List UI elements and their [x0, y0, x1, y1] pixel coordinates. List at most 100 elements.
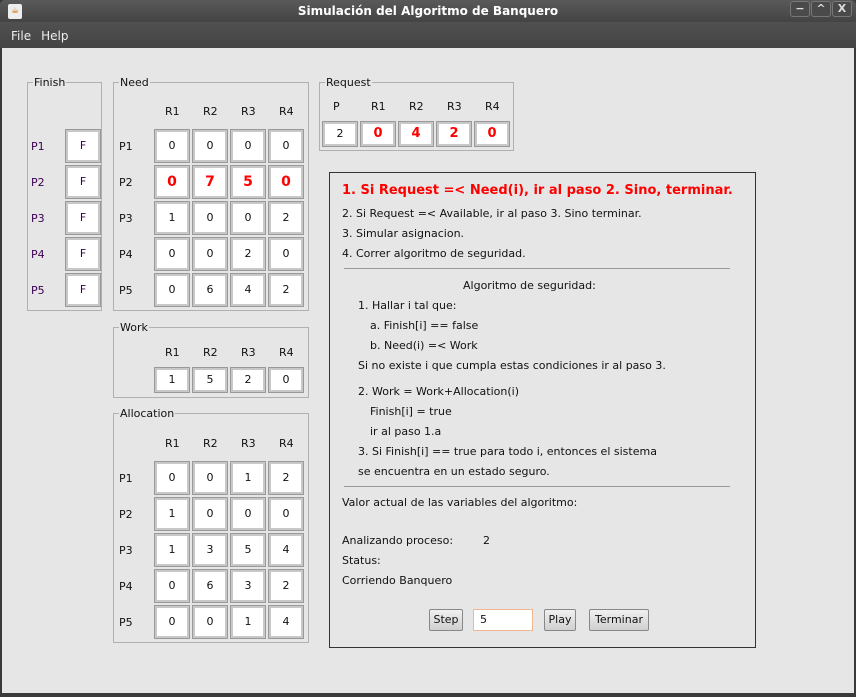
allocation-cell[interactable]: 1 [230, 605, 266, 639]
divider [344, 486, 730, 487]
need-cell[interactable]: 5 [230, 165, 266, 199]
need-cell[interactable]: 0 [268, 165, 304, 199]
allocation-cell[interactable]: 0 [230, 497, 266, 531]
need-cell[interactable]: 0 [230, 201, 266, 235]
finish-cell[interactable]: F [65, 129, 101, 163]
request-title: Request [325, 76, 372, 89]
process-label: P5 [119, 284, 133, 297]
status-value: Corriendo Banquero [342, 574, 453, 587]
menu-help[interactable]: Help [36, 22, 73, 48]
finish-cell[interactable]: F [65, 237, 101, 271]
request-cell[interactable]: 2 [436, 121, 472, 147]
safety-line: 2. Work = Work+Allocation(i) [358, 385, 519, 398]
allocation-cell[interactable]: 3 [192, 533, 228, 567]
allocation-cell[interactable]: 0 [268, 497, 304, 531]
safety-line: Si no existe i que cumpla estas condicio… [358, 359, 666, 372]
need-cell[interactable]: 0 [268, 129, 304, 163]
request-cell[interactable]: 0 [360, 121, 396, 147]
need-cell[interactable]: 0 [192, 129, 228, 163]
work-cell[interactable]: 0 [268, 367, 304, 393]
work-cell[interactable]: 2 [230, 367, 266, 393]
work-cell[interactable]: 5 [192, 367, 228, 393]
allocation-cell[interactable]: 1 [230, 461, 266, 495]
allocation-cell[interactable]: 2 [268, 569, 304, 603]
need-cell[interactable]: 0 [192, 201, 228, 235]
allocation-cell[interactable]: 0 [192, 497, 228, 531]
need-cell[interactable]: 0 [154, 237, 190, 271]
need-title: Need [119, 76, 150, 89]
safety-title: Algoritmo de seguridad: [463, 279, 596, 292]
play-button[interactable]: Play [544, 609, 576, 631]
process-label: P3 [31, 212, 45, 225]
status-label: Status: [342, 554, 381, 567]
allocation-cell[interactable]: 2 [268, 461, 304, 495]
request-cell[interactable]: 4 [398, 121, 434, 147]
allocation-cell[interactable]: 0 [154, 605, 190, 639]
need-cell[interactable]: 0 [154, 129, 190, 163]
menu-file[interactable]: File [6, 22, 36, 48]
main-content: Finish Need Work Allocation Request 1. S… [2, 48, 854, 693]
allocation-cell[interactable]: 3 [230, 569, 266, 603]
process-label: P5 [119, 616, 133, 629]
finish-cell[interactable]: F [65, 201, 101, 235]
finish-cell[interactable]: F [65, 273, 101, 307]
need-cell[interactable]: 2 [268, 201, 304, 235]
algorithm-info-panel: 1. Si Request =< Need(i), ir al paso 2. … [329, 172, 756, 648]
allocation-cell[interactable]: 4 [268, 605, 304, 639]
process-label: P3 [119, 544, 133, 557]
process-label: P1 [31, 140, 45, 153]
resource-header: R3 [447, 100, 462, 113]
need-cell[interactable]: 0 [230, 129, 266, 163]
resource-header: R2 [409, 100, 424, 113]
process-value: 2 [483, 534, 490, 547]
request-process-cell[interactable]: 2 [322, 121, 358, 147]
resource-header: R1 [165, 346, 180, 359]
allocation-cell[interactable]: 1 [154, 533, 190, 567]
finish-title: Finish [33, 76, 67, 89]
process-label: P4 [119, 248, 133, 261]
need-cell[interactable]: 2 [268, 273, 304, 307]
safety-line: b. Need(i) =< Work [370, 339, 478, 352]
divider [344, 268, 730, 269]
resource-header: R2 [203, 437, 218, 450]
minimize-button[interactable]: − [790, 1, 810, 17]
request-cell[interactable]: 0 [474, 121, 510, 147]
need-cell[interactable]: 0 [154, 165, 190, 199]
need-cell[interactable]: 7 [192, 165, 228, 199]
maximize-button[interactable]: ^ [811, 1, 831, 17]
allocation-cell[interactable]: 1 [154, 497, 190, 531]
need-cell[interactable]: 0 [192, 237, 228, 271]
resource-header: R2 [203, 105, 218, 118]
need-cell[interactable]: 0 [268, 237, 304, 271]
need-cell[interactable]: 1 [154, 201, 190, 235]
need-cell[interactable]: 4 [230, 273, 266, 307]
need-cell[interactable]: 6 [192, 273, 228, 307]
resource-header: R3 [241, 346, 256, 359]
resource-header: R3 [241, 105, 256, 118]
need-cell[interactable]: 0 [154, 273, 190, 307]
safety-line: a. Finish[i] == false [370, 319, 479, 332]
resource-header: R4 [279, 346, 294, 359]
finish-cell[interactable]: F [65, 165, 101, 199]
process-label: Analizando proceso: [342, 534, 454, 547]
allocation-cell[interactable]: 0 [192, 605, 228, 639]
allocation-cell[interactable]: 6 [192, 569, 228, 603]
work-cell[interactable]: 1 [154, 367, 190, 393]
step-2-text: 2. Si Request =< Available, ir al paso 3… [342, 207, 642, 220]
allocation-cell[interactable]: 0 [154, 461, 190, 495]
menu-bar: File Help [0, 22, 856, 48]
terminate-button[interactable]: Terminar [589, 609, 649, 631]
need-cell[interactable]: 2 [230, 237, 266, 271]
resource-header: R1 [371, 100, 386, 113]
safety-line: 3. Si Finish[i] == true para todo i, ent… [358, 445, 657, 458]
step-button[interactable]: Step [429, 609, 463, 631]
allocation-cell[interactable]: 5 [230, 533, 266, 567]
allocation-cell[interactable]: 4 [268, 533, 304, 567]
close-button[interactable]: X [832, 1, 852, 17]
allocation-cell[interactable]: 0 [192, 461, 228, 495]
window-title: Simulación del Algoritmo de Banquero [297, 4, 559, 18]
allocation-cell[interactable]: 0 [154, 569, 190, 603]
process-label: P1 [119, 472, 133, 485]
resource-header: R1 [165, 105, 180, 118]
step-count-input[interactable]: 5 [473, 609, 533, 631]
